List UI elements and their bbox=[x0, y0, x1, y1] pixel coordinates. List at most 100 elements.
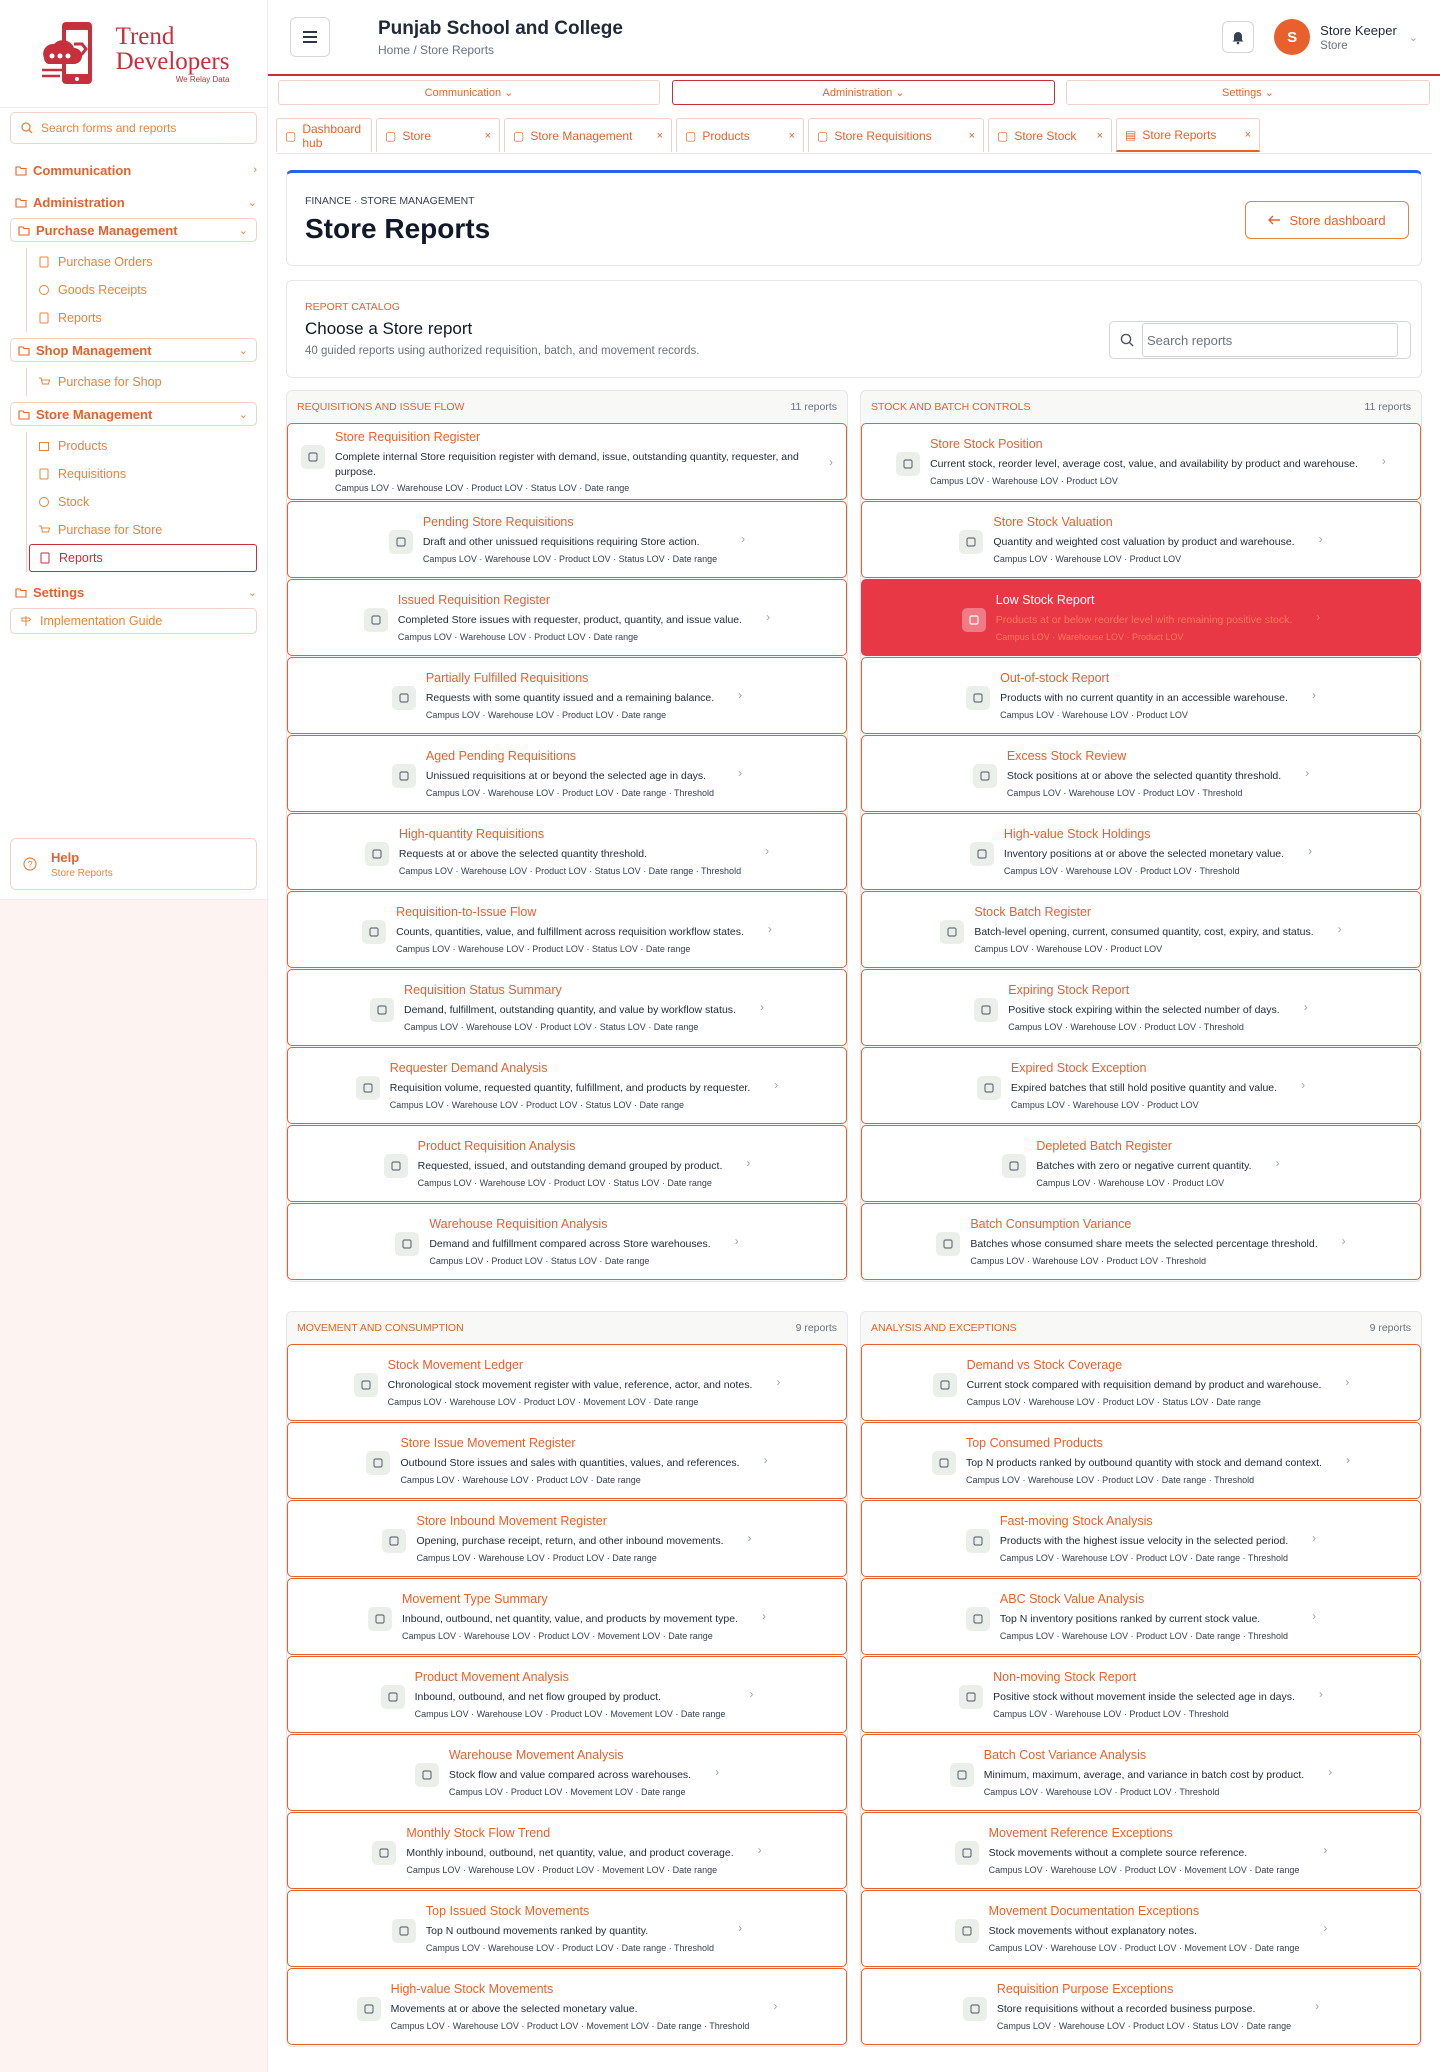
sidebar-item-administration[interactable]: Administration ⌄ bbox=[10, 188, 257, 216]
report-card[interactable]: Batch Consumption Variance Batches whose … bbox=[861, 1203, 1421, 1280]
sidebar-item-products[interactable]: Products bbox=[37, 432, 267, 460]
sidebar-search[interactable] bbox=[10, 112, 257, 144]
report-card[interactable]: Requester Demand Analysis Requisition vol… bbox=[287, 1047, 847, 1124]
chevron-right-icon: › bbox=[1303, 1000, 1308, 1015]
report-card[interactable]: Out-of-stock Report Products with no curr… bbox=[861, 657, 1421, 734]
menu-toggle-button[interactable] bbox=[290, 17, 330, 57]
report-card[interactable]: Issued Requisition Register Completed Sto… bbox=[287, 579, 847, 656]
breadcrumb[interactable]: Home / Store Reports bbox=[378, 43, 623, 57]
report-card[interactable]: Warehouse Movement Analysis Stock flow an… bbox=[287, 1734, 847, 1811]
user-menu[interactable]: Store Keeper Store bbox=[1320, 23, 1397, 52]
report-card[interactable]: High-value Stock Movements Movements at o… bbox=[287, 1968, 847, 2045]
report-card[interactable]: Fast-moving Stock Analysis Products with … bbox=[861, 1500, 1421, 1577]
report-card[interactable]: Requisition-to-Issue Flow Counts, quantit… bbox=[287, 891, 847, 968]
pie-icon bbox=[965, 1607, 990, 1632]
tab-store-management[interactable]: ▢ Store Management × bbox=[504, 118, 672, 152]
menu-administration[interactable]: Administration ⌄ bbox=[672, 80, 1055, 105]
report-card[interactable]: Stock Batch Register Batch-level opening,… bbox=[861, 891, 1421, 968]
sidebar-item-purchase-for-shop[interactable]: Purchase for Shop bbox=[37, 368, 267, 396]
sidebar-item-stock[interactable]: Stock bbox=[37, 488, 267, 516]
brand-logo[interactable]: Trend Developers We Relay Data bbox=[0, 0, 267, 108]
report-card[interactable]: Store Issue Movement Register Outbound St… bbox=[287, 1422, 847, 1499]
users-icon bbox=[355, 1076, 380, 1101]
menu-communication[interactable]: Communication ⌄ bbox=[278, 80, 660, 105]
menu-settings[interactable]: Settings ⌄ bbox=[1066, 80, 1430, 105]
report-card[interactable]: Expired Stock Exception Expired batches t… bbox=[861, 1047, 1421, 1124]
report-card[interactable]: Partially Fulfilled Requisitions Requests… bbox=[287, 657, 847, 734]
report-search[interactable] bbox=[1109, 321, 1411, 359]
sidebar: Trend Developers We Relay Data Communica… bbox=[0, 0, 268, 2072]
tab-store-requisitions[interactable]: ▢ Store Requisitions × bbox=[808, 118, 984, 152]
close-icon[interactable]: × bbox=[1245, 129, 1251, 141]
report-card-text: Store Stock Valuation Quantity and weight… bbox=[993, 515, 1294, 563]
report-card[interactable]: Requisition Status Summary Demand, fulfil… bbox=[287, 969, 847, 1046]
report-card[interactable]: High-quantity Requisitions Requests at or… bbox=[287, 813, 847, 890]
report-card[interactable]: Store Inbound Movement Register Opening, … bbox=[287, 1500, 847, 1577]
report-card[interactable]: Monthly Stock Flow Trend Monthly inbound,… bbox=[287, 1812, 847, 1889]
report-card-text: High-value Stock Movements Movements at o… bbox=[391, 1982, 750, 2030]
report-card[interactable]: Store Stock Valuation Quantity and weight… bbox=[861, 501, 1421, 578]
report-card[interactable]: Requisition Purpose Exceptions Store requ… bbox=[861, 1968, 1421, 2045]
report-card[interactable]: Product Requisition Analysis Requested, i… bbox=[287, 1125, 847, 1202]
tab-dashboard-hub[interactable]: ▢ Dashboard hub bbox=[276, 118, 372, 152]
notifications-button[interactable] bbox=[1222, 21, 1255, 53]
report-card[interactable]: Expiring Stock Report Positive stock expi… bbox=[861, 969, 1421, 1046]
report-card[interactable]: Top Consumed Products Top N products rank… bbox=[861, 1422, 1421, 1499]
avatar[interactable]: S bbox=[1274, 19, 1311, 55]
sidebar-item-communication[interactable]: Communication › bbox=[10, 156, 257, 184]
sidebar-item-goods-receipts[interactable]: Goods Receipts bbox=[37, 276, 267, 304]
tab-store-stock[interactable]: ▢ Store Stock × bbox=[988, 118, 1112, 152]
sidebar-item-purchase-orders[interactable]: Purchase Orders bbox=[37, 248, 267, 276]
report-card[interactable]: Movement Type Summary Inbound, outbound, … bbox=[287, 1578, 847, 1655]
close-icon[interactable]: × bbox=[657, 130, 663, 142]
report-description: Unissued requisitions at or beyond the s… bbox=[425, 770, 707, 783]
report-title: Batch Consumption Variance bbox=[970, 1217, 1132, 1232]
report-card[interactable]: High-value Stock Holdings Inventory posit… bbox=[861, 813, 1421, 890]
sidebar-item-shop-management[interactable]: Shop Management ⌄ bbox=[10, 338, 257, 362]
tab-store[interactable]: ▢ Store × bbox=[376, 118, 500, 152]
report-card[interactable]: Batch Cost Variance Analysis Minimum, max… bbox=[861, 1734, 1421, 1811]
report-group: Stock and Batch Controls 11 reports Store … bbox=[860, 390, 1422, 1282]
report-card[interactable]: Stock Movement Ledger Chronological stock… bbox=[287, 1344, 847, 1421]
sidebar-item-store-management[interactable]: Store Management ⌄ bbox=[10, 402, 257, 426]
sidebar-item-label: Reports bbox=[58, 311, 102, 325]
sidebar-item-implementation-guide[interactable]: Implementation Guide bbox=[10, 608, 257, 634]
sidebar-item-purchase-for-store[interactable]: Purchase for Store bbox=[37, 516, 267, 544]
help-panel[interactable]: ? Help Store Reports bbox=[10, 838, 257, 890]
report-card[interactable]: Demand vs Stock Coverage Current stock co… bbox=[861, 1344, 1421, 1421]
close-icon[interactable]: × bbox=[789, 130, 795, 142]
sidebar-item-purchase-reports[interactable]: Reports bbox=[37, 304, 267, 332]
register-icon bbox=[301, 445, 325, 470]
report-card[interactable]: Depleted Batch Register Batches with zero… bbox=[861, 1125, 1421, 1202]
report-card[interactable]: Excess Stock Review Stock positions at or… bbox=[861, 735, 1421, 812]
store-dashboard-button[interactable]: Store dashboard bbox=[1245, 201, 1409, 239]
tab-store-reports[interactable]: ▤ Store Reports × bbox=[1116, 118, 1260, 152]
report-card[interactable]: Store Stock Position Current stock, reord… bbox=[861, 423, 1421, 500]
report-description: Positive stock expiring within the selec… bbox=[1008, 1004, 1280, 1017]
sidebar-item-store-reports[interactable]: Reports bbox=[29, 544, 257, 572]
report-search-input[interactable] bbox=[1142, 323, 1398, 357]
report-card[interactable]: Warehouse Requisition Analysis Demand and… bbox=[287, 1203, 847, 1280]
report-card[interactable]: Low Stock Report Products at or below reo… bbox=[861, 579, 1421, 656]
sidebar-item-purchase-management[interactable]: Purchase Management ⌄ bbox=[10, 218, 257, 242]
box-icon bbox=[37, 440, 50, 453]
report-card[interactable]: ABC Stock Value Analysis Top N inventory … bbox=[861, 1578, 1421, 1655]
sidebar-item-settings[interactable]: Settings ⌄ bbox=[10, 578, 257, 606]
report-card[interactable]: Product Movement Analysis Inbound, outbou… bbox=[287, 1656, 847, 1733]
report-card[interactable]: Movement Reference Exceptions Stock movem… bbox=[861, 1812, 1421, 1889]
close-icon[interactable]: × bbox=[485, 130, 491, 142]
report-card[interactable]: Store Requisition Register Complete inter… bbox=[287, 423, 847, 500]
close-icon[interactable]: × bbox=[1097, 130, 1103, 142]
report-card[interactable]: Non-moving Stock Report Positive stock wi… bbox=[861, 1656, 1421, 1733]
sidebar-item-requisitions[interactable]: Requisitions bbox=[37, 460, 267, 488]
close-icon[interactable]: × bbox=[969, 130, 975, 142]
report-card-body: Low Stock Report Products at or below reo… bbox=[961, 593, 1320, 642]
sidebar-search-input[interactable] bbox=[41, 121, 241, 135]
report-card[interactable]: Movement Documentation Exceptions Stock m… bbox=[861, 1890, 1421, 1967]
report-card[interactable]: Pending Store Requisitions Draft and othe… bbox=[287, 501, 847, 578]
report-card[interactable]: Top Issued Stock Movements Top N outbound… bbox=[287, 1890, 847, 1967]
report-card-body: Top Consumed Products Top N products rank… bbox=[931, 1436, 1350, 1485]
tab-products[interactable]: ▢ Products × bbox=[676, 118, 804, 152]
chevron-down-icon[interactable]: ⌄ bbox=[1409, 31, 1418, 44]
report-card[interactable]: Aged Pending Requisitions Unissued requis… bbox=[287, 735, 847, 812]
